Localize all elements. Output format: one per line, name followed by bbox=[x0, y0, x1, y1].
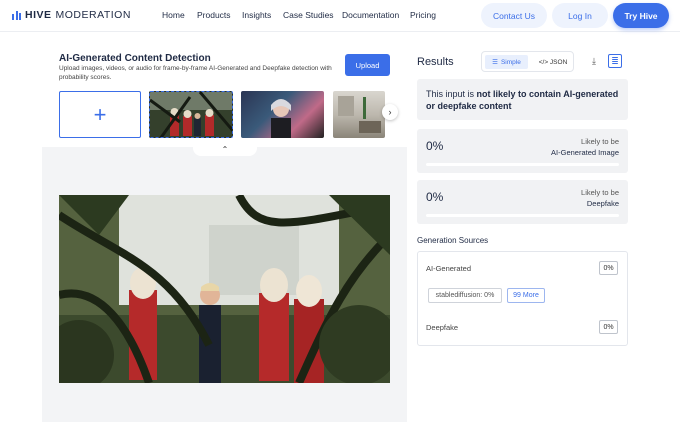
thumbnail-2[interactable] bbox=[241, 91, 324, 138]
thumbnail-selected-image bbox=[150, 92, 232, 137]
results-title: Results bbox=[417, 56, 454, 68]
thumbnail-selected[interactable] bbox=[149, 91, 233, 138]
verdict-prefix: This input is bbox=[426, 89, 477, 99]
list-icon: ☰ bbox=[492, 59, 498, 66]
thumbnail-3-image bbox=[338, 96, 381, 133]
menu-products[interactable]: Products bbox=[197, 10, 231, 20]
contact-us-button[interactable]: Contact Us bbox=[481, 3, 547, 28]
download-icon[interactable]: ⤓ bbox=[587, 54, 601, 68]
try-hive-button[interactable]: Try Hive bbox=[613, 3, 669, 28]
top-nav: HIVE MODERATION Home Products Insights C… bbox=[0, 0, 680, 32]
menu-pricing[interactable]: Pricing bbox=[410, 10, 436, 20]
toggle-simple[interactable]: ☰ Simple bbox=[485, 55, 528, 69]
hive-logo[interactable]: HIVE MODERATION bbox=[12, 9, 131, 21]
generation-sources-title: Generation Sources bbox=[417, 236, 489, 245]
deepfake-percent: 0% bbox=[426, 190, 444, 204]
logo-bold-text: HIVE bbox=[25, 9, 52, 21]
verdict-bold: not likely bbox=[476, 89, 516, 99]
ai-generated-source-label: AI-Generated bbox=[426, 264, 472, 273]
collapse-thumbnails-button[interactable]: ⌃ bbox=[193, 143, 257, 156]
view-toggle: ☰ Simple </> JSON bbox=[481, 51, 574, 72]
deepfake-label-line1: Likely to be bbox=[581, 188, 619, 197]
chevron-up-icon: ⌃ bbox=[221, 145, 229, 154]
thumbnail-2-image bbox=[271, 99, 291, 138]
ai-generated-label-line1: Likely to be bbox=[581, 137, 619, 146]
logo-bars-icon bbox=[12, 10, 21, 20]
deepfake-source-label: Deepfake bbox=[426, 323, 459, 332]
menu-insights[interactable]: Insights bbox=[242, 10, 271, 20]
preview-image-scene bbox=[59, 195, 390, 383]
toggle-json[interactable]: </> JSON bbox=[533, 55, 573, 69]
detector-description: Upload images, videos, or audio for fram… bbox=[59, 65, 332, 81]
source-chip-stablediffusion: stablediffusion: 0% bbox=[428, 288, 502, 303]
menu-home[interactable]: Home bbox=[162, 10, 185, 20]
log-in-button[interactable]: Log In bbox=[552, 3, 608, 28]
generation-sources-box: AI-Generated 0% stablediffusion: 0% 99 M… bbox=[417, 251, 628, 346]
menu-documentation[interactable]: Documentation bbox=[342, 10, 399, 20]
deepfake-progress-bar bbox=[426, 214, 619, 217]
menu-case-studies[interactable]: Case Studies bbox=[283, 10, 334, 20]
logo-light-text: MODERATION bbox=[55, 9, 131, 21]
deepfake-score-card: 0% Likely to be Deepfake bbox=[417, 180, 628, 224]
verdict-card: This input is not likely to contain AI-g… bbox=[417, 79, 628, 120]
thumbnails-next-button[interactable]: › bbox=[382, 104, 398, 120]
preview-image bbox=[59, 195, 390, 383]
deepfake-label-line2: Deepfake bbox=[586, 199, 619, 208]
ai-generated-label-line2: AI-Generated Image bbox=[551, 148, 619, 157]
ai-generated-source-value: 0% bbox=[599, 261, 618, 275]
ai-generated-score-card: 0% Likely to be AI-Generated Image bbox=[417, 129, 628, 173]
chevron-right-icon: › bbox=[388, 107, 392, 117]
settings-icon[interactable]: ≣ bbox=[608, 54, 622, 68]
deepfake-source-value: 0% bbox=[599, 320, 618, 334]
add-media-button[interactable]: + bbox=[59, 91, 141, 138]
ai-generated-percent: 0% bbox=[426, 139, 444, 153]
more-sources-button[interactable]: 99 More bbox=[507, 288, 545, 303]
thumbnail-3[interactable] bbox=[333, 91, 385, 138]
ai-generated-progress-bar bbox=[426, 163, 619, 166]
detector-title: AI-Generated Content Detection bbox=[59, 53, 211, 64]
upload-button[interactable]: Upload bbox=[345, 54, 390, 76]
toggle-simple-label: Simple bbox=[500, 58, 521, 66]
